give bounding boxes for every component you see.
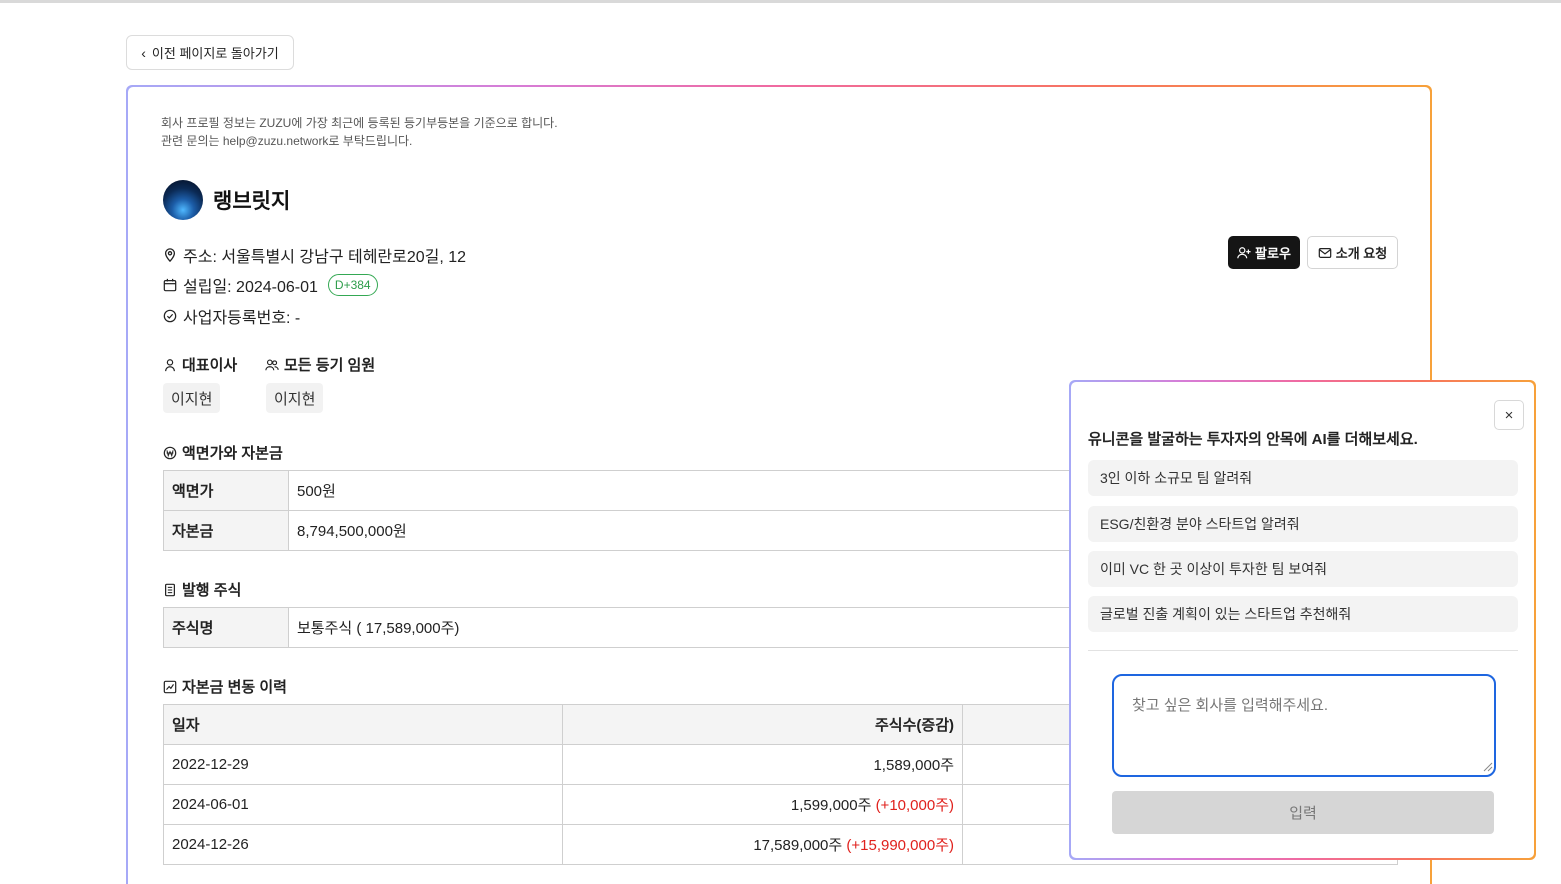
- share-count: 1,589,000주: [873, 757, 954, 774]
- officer-name-chip: 이지현: [266, 383, 324, 413]
- mail-icon: [1318, 247, 1332, 258]
- history-date: 2024-12-26: [163, 824, 563, 865]
- close-icon[interactable]: ×: [1494, 400, 1524, 430]
- profile-notice: 회사 프로필 정보는 ZUZU에 가장 최근에 등록된 등기부등본을 기준으로 …: [161, 114, 558, 150]
- capital-section-title: 액면가와 자본금: [163, 442, 283, 463]
- share-delta: (+10,000주): [875, 797, 954, 814]
- officers-title: 모든 등기 임원: [284, 357, 376, 374]
- ceo-title: 대표이사: [182, 357, 238, 374]
- ai-search-panel: × 유니콘을 발굴하는 투자자의 안목에 AI를 더해보세요. 3인 이하 소규…: [1069, 380, 1536, 860]
- people-icon: [265, 359, 279, 370]
- capital-label: 자본금: [163, 510, 289, 551]
- history-section-title: 자본금 변동 이력: [163, 676, 287, 697]
- calendar-icon: [163, 278, 177, 292]
- capital-label: 액면가: [163, 470, 289, 511]
- history-count: 1,599,000주 (+10,000주): [562, 784, 963, 825]
- biz-number-text: 사업자등록번호: -: [183, 310, 301, 327]
- person-icon: [165, 358, 175, 371]
- submit-button[interactable]: 입력: [1112, 791, 1494, 834]
- d-day-badge: D+384: [327, 274, 378, 296]
- column-header-date: 일자: [163, 704, 563, 745]
- history-count: 17,589,000주 (+15,990,000주): [562, 824, 963, 865]
- notice-line: 회사 프로필 정보는 ZUZU에 가장 최근에 등록된 등기부등본을 기준으로 …: [161, 116, 558, 130]
- biz-number-row: 사업자등록번호: -: [163, 304, 300, 328]
- address-row: 주소: 서울특별시 강남구 테헤란로20길, 12: [163, 243, 466, 267]
- column-header-count: 주식수(증감): [562, 704, 963, 745]
- history-count: 1,589,000주: [562, 744, 963, 785]
- follow-label: 팔로우: [1255, 246, 1291, 261]
- back-button-label: 이전 페이지로 돌아가기: [151, 46, 279, 61]
- chevron-left-icon: ‹: [141, 44, 146, 61]
- follow-button[interactable]: 팔로우: [1228, 236, 1300, 269]
- suggestion-chip[interactable]: 3인 이하 소규모 팀 알려줘: [1088, 460, 1518, 496]
- chart-icon: [163, 680, 177, 693]
- intro-request-button[interactable]: 소개 요청: [1307, 236, 1398, 269]
- shares-label: 주식명: [163, 607, 289, 648]
- suggestion-chip[interactable]: 글로벌 진출 계획이 있는 스타트업 추천해줘: [1088, 596, 1518, 632]
- company-name: 랭브릿지: [213, 190, 291, 213]
- company-logo: [163, 180, 203, 220]
- suggestion-chip[interactable]: 이미 VC 한 곳 이상이 투자한 팀 보여줘: [1088, 551, 1518, 587]
- ai-heading: 유니콘을 발굴하는 투자자의 안목에 AI를 더해보세요.: [1088, 431, 1418, 448]
- won-coin-icon: [163, 446, 177, 459]
- check-circle-icon: [163, 309, 177, 323]
- founded-text: 설립일: 2024-06-01: [183, 279, 318, 296]
- capital-title: 액면가와 자본금: [182, 445, 283, 462]
- resize-handle-icon[interactable]: [1483, 762, 1493, 772]
- officers-section-title: 모든 등기 임원: [265, 354, 375, 375]
- share-count: 17,589,000주: [753, 837, 843, 854]
- history-date: 2024-06-01: [163, 784, 563, 825]
- ceo-section-title: 대표이사: [163, 354, 237, 375]
- location-pin-icon: [164, 248, 176, 262]
- back-button[interactable]: ‹ 이전 페이지로 돌아가기: [126, 35, 294, 70]
- founded-row: 설립일: 2024-06-01 D+384: [163, 273, 378, 297]
- top-border: [0, 0, 1561, 3]
- suggestion-chip[interactable]: ESG/친환경 분야 스타트업 알려줘: [1088, 506, 1518, 542]
- shares-title: 발행 주식: [182, 582, 242, 599]
- company-search-input[interactable]: [1112, 674, 1496, 777]
- document-icon: [165, 583, 175, 596]
- divider: [1088, 650, 1518, 651]
- share-delta: (+15,990,000주): [846, 837, 954, 854]
- ceo-name-chip: 이지현: [163, 383, 221, 413]
- company-header: 랭브릿지: [163, 180, 290, 220]
- shares-section-title: 발행 주식: [163, 579, 241, 600]
- history-title: 자본금 변동 이력: [182, 679, 287, 696]
- intro-request-label: 소개 요청: [1335, 246, 1388, 261]
- address-text: 주소: 서울특별시 강남구 테헤란로20길, 12: [183, 249, 467, 266]
- share-count: 1,599,000주: [790, 797, 872, 814]
- notice-line: 관련 문의는 help@zuzu.network로 부탁드립니다.: [161, 134, 413, 148]
- history-date: 2022-12-29: [163, 744, 563, 785]
- user-plus-icon: [1237, 246, 1251, 258]
